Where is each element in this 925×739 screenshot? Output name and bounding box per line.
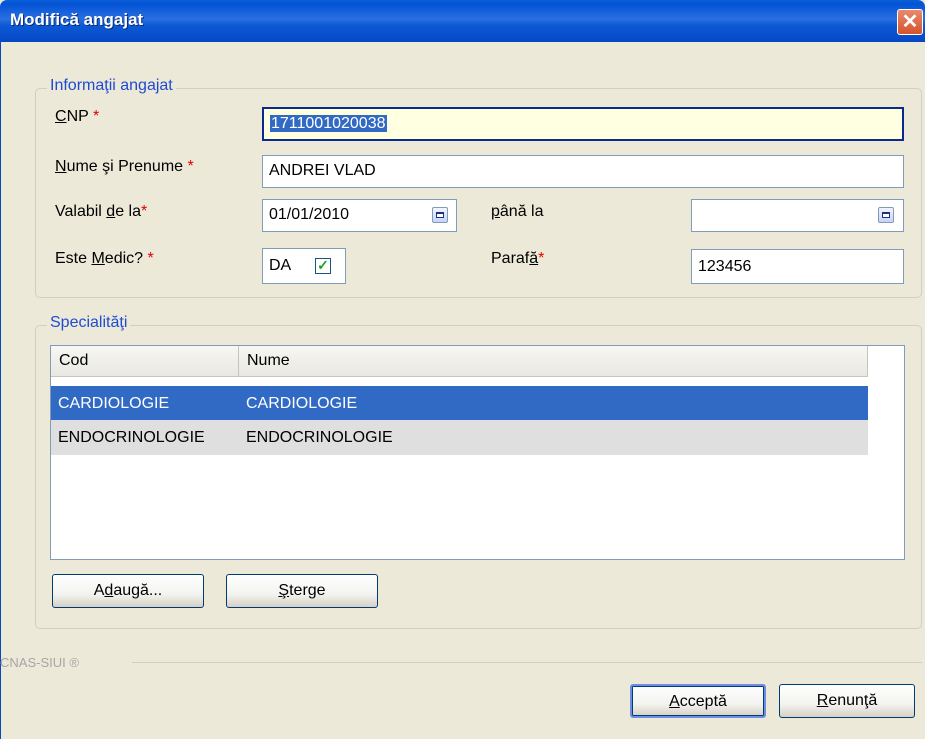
employee-info-legend: Informaţii angajat — [47, 77, 176, 95]
dialog-window: Modifică angajat ✕ Informaţii angajat CN… — [0, 0, 925, 739]
required-marker: * — [141, 203, 148, 220]
valid-from-date-field[interactable]: 01/01/2010 — [262, 199, 457, 232]
column-header-nume[interactable]: Nume — [239, 346, 868, 376]
required-marker: * — [147, 250, 154, 267]
delete-specialty-button[interactable]: Şterge — [226, 574, 378, 608]
required-marker: * — [92, 108, 100, 125]
brand-label: CNAS-SIUI ® — [0, 655, 79, 670]
valid-to-date-field[interactable] — [691, 199, 904, 232]
table-header: Cod Nume — [51, 346, 868, 377]
cancel-button[interactable]: Renunţă — [779, 684, 915, 718]
cell-cod: ENDOCRINOLOGIE — [58, 429, 205, 446]
cell-cod: CARDIOLOGIE — [58, 395, 170, 412]
name-input[interactable]: ANDREI VLAD — [262, 155, 904, 188]
cnp-label: CNP * — [55, 108, 100, 125]
is-doctor-field: DA — [262, 248, 346, 284]
close-icon[interactable]: ✕ — [897, 9, 923, 35]
is-doctor-label: Este Medic? * — [55, 250, 154, 267]
required-marker: * — [187, 158, 194, 175]
calendar-icon[interactable] — [432, 207, 448, 223]
is-doctor-text: DA — [269, 257, 292, 274]
parafa-value: 123456 — [698, 258, 752, 275]
specialties-legend: Specialităţi — [47, 314, 131, 332]
name-value: ANDREI VLAD — [269, 162, 376, 179]
footer-divider — [132, 662, 922, 663]
window-title: Modifică angajat — [10, 10, 144, 29]
required-marker: * — [538, 250, 545, 267]
window-frame — [0, 42, 1, 739]
valid-to-label: până la — [491, 203, 544, 220]
parafa-label: Parafă* — [491, 250, 545, 267]
calendar-icon[interactable] — [878, 207, 894, 223]
cell-nume: CARDIOLOGIE — [246, 395, 358, 412]
valid-from-label: Valabil de la* — [55, 203, 148, 220]
parafa-input[interactable]: 123456 — [691, 249, 904, 284]
accept-button[interactable]: Acceptă — [630, 684, 766, 718]
name-label: Nume şi Prenume * — [55, 158, 194, 175]
table-row[interactable]: ENDOCRINOLOGIE ENDOCRINOLOGIE — [51, 420, 868, 455]
title-bar[interactable]: Modifică angajat ✕ — [0, 0, 925, 42]
cnp-input[interactable]: 1711001020038 — [262, 107, 904, 141]
is-doctor-checkbox[interactable]: ✓ — [315, 258, 331, 274]
cell-nume: ENDOCRINOLOGIE — [246, 429, 393, 446]
table-row[interactable]: CARDIOLOGIE CARDIOLOGIE — [51, 386, 868, 421]
column-header-cod[interactable]: Cod — [51, 346, 239, 376]
specialties-table[interactable]: Cod Nume CARDIOLOGIE CARDIOLOGIE ENDOCRI… — [50, 345, 905, 560]
valid-from-value: 01/01/2010 — [269, 206, 350, 223]
cnp-value: 1711001020038 — [270, 115, 387, 132]
add-specialty-button[interactable]: Adaugă... — [52, 574, 204, 608]
